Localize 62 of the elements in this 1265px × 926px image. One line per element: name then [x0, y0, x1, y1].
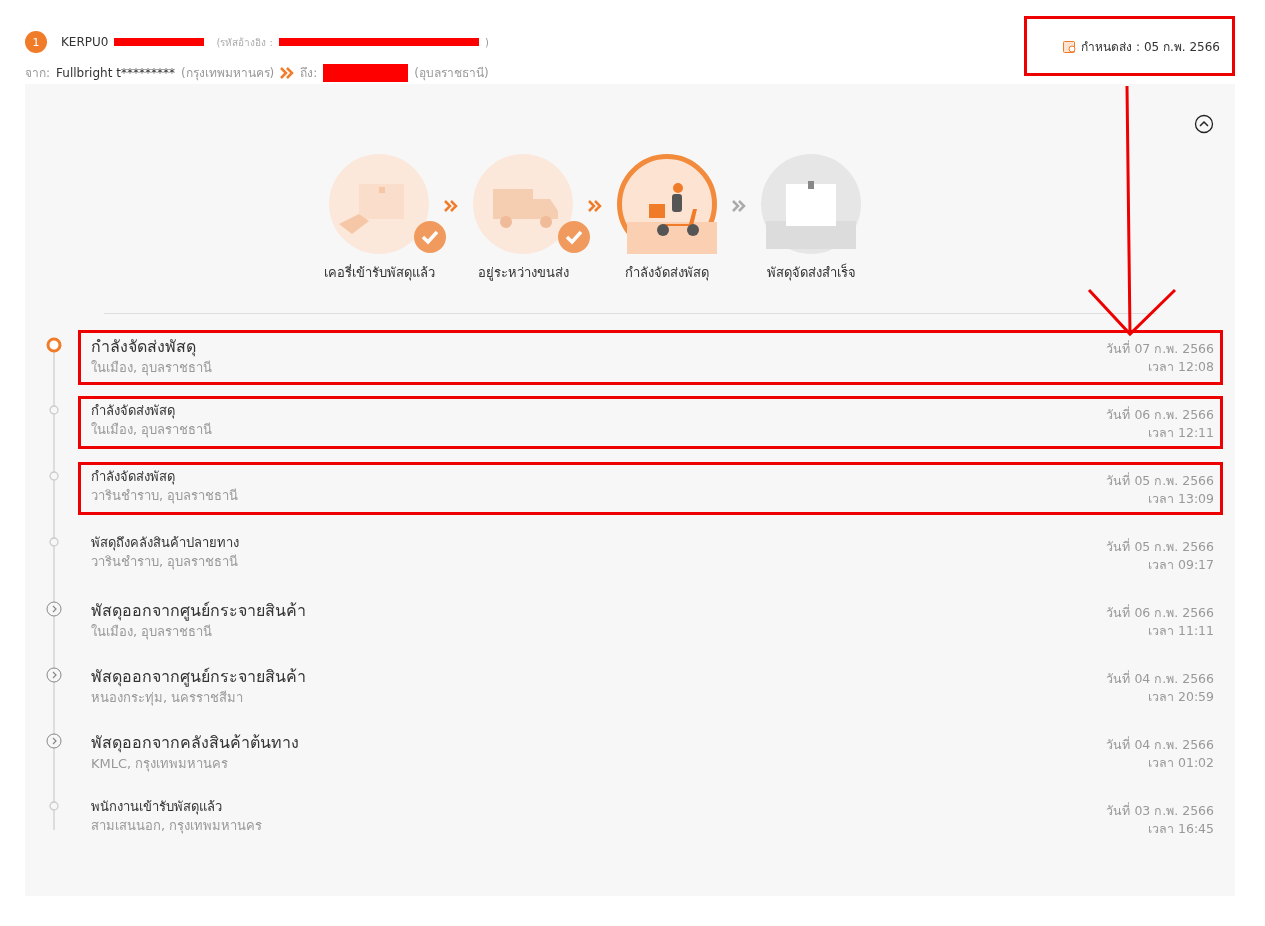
- event-place: ในเมือง, อุบลราชธานี: [91, 421, 213, 440]
- event-place: ในเมือง, อุบลราชธานี: [91, 623, 214, 642]
- event-title: กำลังจัดส่งพัสดุ: [91, 468, 176, 486]
- event-date: วันที่ 06 ก.พ. 2566: [1106, 604, 1214, 622]
- chevron-circle-icon: [46, 667, 62, 683]
- event-date: วันที่ 06 ก.พ. 2566: [1106, 406, 1214, 424]
- event-title: พัสดุออกจากศูนย์กระจายสินค้า: [91, 666, 306, 688]
- event-date: วันที่ 05 ก.พ. 2566: [1106, 538, 1214, 556]
- event-time: เวลา 09:17: [1148, 556, 1214, 574]
- chevron-circle-icon: [46, 733, 62, 749]
- double-chevron-icon: [444, 200, 458, 212]
- double-chevron-icon: [732, 200, 746, 212]
- event-time: เวลา 12:08: [1148, 358, 1214, 376]
- step-label: พัสดุจัดส่งสำเร็จ: [766, 262, 856, 283]
- status-dot-icon: [49, 405, 59, 415]
- event-time: เวลา 13:09: [1148, 490, 1214, 508]
- event-time: เวลา 11:11: [1148, 622, 1214, 640]
- status-dot-icon: [49, 801, 59, 811]
- event-title: พัสดุออกจากคลังสินค้าต้นทาง: [91, 732, 299, 754]
- tracking-number: KERPU0: [61, 35, 109, 49]
- event-title: พัสดุถึงคลังสินค้าปลายทาง: [91, 534, 239, 552]
- from-label: จาก:: [25, 65, 51, 82]
- event-date: วันที่ 05 ก.พ. 2566: [1106, 472, 1214, 490]
- event-date: วันที่ 07 ก.พ. 2566: [1106, 340, 1214, 358]
- event-title: พัสดุออกจากศูนย์กระจายสินค้า: [91, 600, 306, 622]
- double-chevron-icon: [280, 66, 295, 79]
- reference-label: (รหัสอ้างอิง :: [216, 35, 273, 50]
- step-label: กำลังจัดส่งพัสดุ: [625, 264, 709, 283]
- event-time: เวลา 01:02: [1148, 754, 1214, 772]
- sender-name: Fullbright t*********: [56, 65, 175, 80]
- to-city: (อุบลราชธานี): [414, 65, 489, 82]
- event-place: วารินชำราบ, อุบลราชธานี: [91, 553, 239, 572]
- event-time: เวลา 12:11: [1148, 424, 1214, 442]
- event-place: สามเสนนอก, กรุงเทพมหานคร: [91, 817, 263, 836]
- check-icon: [413, 220, 447, 254]
- event-place: หนองกระทุ่ม, นครราชสีมา: [91, 689, 245, 708]
- event-date: วันที่ 04 ก.พ. 2566: [1106, 670, 1214, 688]
- order-number: 1: [25, 31, 47, 53]
- event-date: วันที่ 03 ก.พ. 2566: [1106, 802, 1214, 820]
- event-place: ในเมือง, อุบลราชธานี: [91, 359, 213, 378]
- status-dot-icon: [49, 537, 59, 547]
- event-date: วันที่ 04 ก.พ. 2566: [1106, 736, 1214, 754]
- current-status-ring-icon: [46, 337, 62, 353]
- delivery-deadline: กำหนดส่ง : 05 ก.พ. 2566: [1081, 38, 1220, 56]
- step-label: เคอรี่เข้ารับพัสดุแล้ว: [323, 263, 435, 283]
- event-time: เวลา 20:59: [1148, 688, 1214, 706]
- calendar-icon: [1063, 39, 1077, 53]
- step-label: อยู่ระหว่างขนส่ง: [477, 264, 569, 283]
- event-time: เวลา 16:45: [1148, 820, 1214, 838]
- chevron-circle-icon: [46, 601, 62, 617]
- collapse-button[interactable]: [1193, 114, 1215, 136]
- status-dot-icon: [49, 471, 59, 481]
- reference-close: ): [484, 36, 489, 48]
- event-place: KMLC, กรุงเทพมหานคร: [91, 755, 230, 774]
- double-chevron-icon: [588, 200, 602, 212]
- event-title: กำลังจัดส่งพัสดุ: [91, 336, 197, 358]
- from-city: (กรุงเทพมหานคร): [180, 65, 275, 82]
- event-title: พนักงานเข้ารับพัสดุแล้ว: [91, 798, 223, 816]
- event-title: กำลังจัดส่งพัสดุ: [91, 402, 176, 420]
- event-place: วารินชำราบ, อุบลราชธานี: [91, 487, 239, 506]
- to-label: ถึง:: [300, 65, 318, 82]
- check-icon: [557, 220, 591, 254]
